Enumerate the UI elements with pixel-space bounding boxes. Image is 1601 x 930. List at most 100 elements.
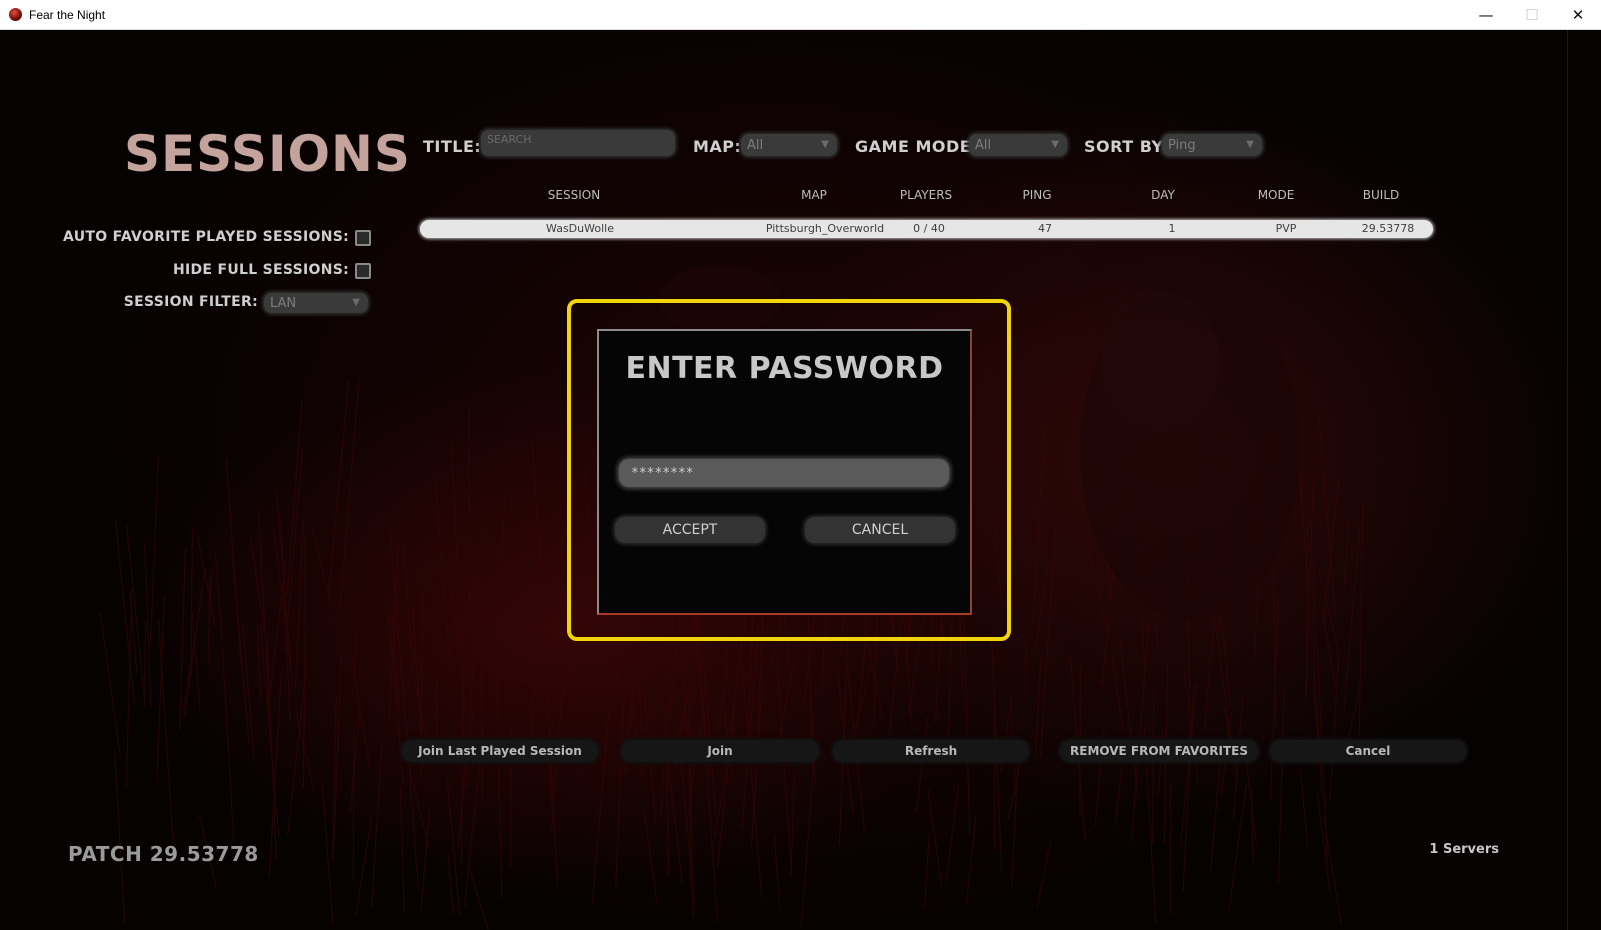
- grass-blade: [370, 742, 383, 909]
- app-icon: [9, 8, 22, 21]
- cell-mode: PVP: [1275, 222, 1297, 235]
- window-edge: [1567, 30, 1568, 930]
- grass-blade: [1183, 671, 1199, 784]
- game-mode-dropdown-value: All: [975, 137, 992, 153]
- session-filter-label: SESSION FILTER:: [123, 294, 258, 310]
- column-header-day[interactable]: DAY: [1151, 188, 1175, 202]
- column-header-session[interactable]: SESSION: [548, 188, 600, 202]
- grass-blade: [183, 587, 204, 710]
- grass-blade: [250, 538, 269, 655]
- map-dropdown-value: All: [747, 137, 764, 153]
- title-filter-label: TITLE:: [423, 136, 482, 156]
- grass-blade: [779, 651, 797, 734]
- grass-blade: [1182, 686, 1195, 893]
- minimize-button[interactable]: —: [1463, 0, 1509, 29]
- maximize-button[interactable]: ☐: [1509, 0, 1555, 29]
- grass-blade: [643, 812, 658, 904]
- join-button[interactable]: Join: [621, 740, 819, 762]
- grass-blade: [532, 528, 544, 600]
- grass-blade: [143, 619, 147, 706]
- grass-blade: [915, 717, 929, 813]
- grass-blade: [399, 787, 405, 912]
- cell-build: 29.53778: [1361, 222, 1415, 235]
- grass-blade: [1299, 769, 1309, 848]
- column-header-build[interactable]: BUILD: [1363, 188, 1399, 202]
- chevron-down-icon: ▼: [1246, 139, 1254, 150]
- grass-blade: [1039, 525, 1057, 758]
- auto-favorite-checkbox[interactable]: [355, 230, 371, 246]
- grass-blade: [591, 707, 610, 904]
- grass-blade: [1277, 687, 1285, 883]
- grass-blade: [800, 752, 816, 927]
- grass-blade: [1035, 560, 1050, 645]
- sort-by-dropdown[interactable]: Ping ▼: [1162, 134, 1262, 156]
- grass-blade: [741, 627, 760, 829]
- grass-blade: [157, 619, 175, 858]
- window-title: Fear the Night: [29, 7, 106, 22]
- grass-blade: [311, 527, 332, 603]
- grass-blade: [468, 866, 489, 930]
- remove-from-favorites-button[interactable]: REMOVE FROM FAVORITES: [1060, 740, 1258, 762]
- grass-blade: [965, 812, 977, 907]
- grass-blade: [773, 834, 781, 911]
- dialog-cancel-button[interactable]: CANCEL: [805, 517, 955, 543]
- grass-blade: [1034, 655, 1042, 758]
- grass-blade: [838, 622, 849, 846]
- grass-blade: [286, 399, 303, 595]
- grass-blade: [1203, 601, 1217, 731]
- grass-blade: [547, 694, 559, 890]
- column-header-map[interactable]: MAP: [801, 188, 827, 202]
- grass-blade: [1111, 654, 1124, 731]
- grass-blade: [302, 630, 306, 788]
- window-titlebar: Fear the Night — ☐ ✕: [0, 0, 1601, 30]
- grass-blade: [1358, 503, 1364, 736]
- join-last-played-button[interactable]: Join Last Played Session: [402, 740, 598, 762]
- grass-blade: [944, 784, 960, 886]
- password-dialog: ENTER PASSWORD ACCEPT CANCEL: [597, 329, 972, 615]
- grass-blade: [339, 377, 360, 608]
- window-controls: — ☐ ✕: [1463, 0, 1601, 29]
- grass-blade: [225, 458, 242, 663]
- game-mode-dropdown[interactable]: All ▼: [969, 134, 1067, 156]
- grass-blade: [280, 517, 291, 721]
- patch-version: PATCH 29.53778: [68, 842, 259, 866]
- grass-blade: [354, 815, 373, 918]
- map-filter: MAP:: [693, 133, 741, 159]
- grass-blade: [472, 550, 487, 633]
- grass-blade: [259, 624, 280, 838]
- grass-blade: [352, 725, 355, 881]
- grass-blade: [321, 784, 334, 926]
- grass-blade: [923, 833, 931, 910]
- grass-blade: [99, 613, 121, 756]
- session-filter-value: LAN: [270, 295, 297, 311]
- map-dropdown[interactable]: All ▼: [741, 134, 837, 156]
- chevron-down-icon: ▼: [1051, 139, 1059, 150]
- grass-blade: [451, 439, 462, 652]
- hide-full-checkbox[interactable]: [355, 263, 371, 279]
- accept-button[interactable]: ACCEPT: [615, 517, 765, 543]
- grass-blade: [214, 552, 223, 639]
- grass-blade: [349, 711, 361, 814]
- title-search-input[interactable]: SEARCH: [481, 130, 675, 156]
- grass-blade: [434, 476, 451, 671]
- cancel-button[interactable]: Cancel: [1270, 740, 1466, 762]
- column-header-mode[interactable]: MODE: [1258, 188, 1295, 202]
- password-input[interactable]: [619, 459, 949, 487]
- grass-blade: [196, 534, 216, 628]
- column-header-ping[interactable]: PING: [1022, 188, 1051, 202]
- session-filter-dropdown[interactable]: LAN ▼: [264, 293, 368, 313]
- close-button[interactable]: ✕: [1555, 0, 1601, 29]
- cell-day: 1: [1168, 222, 1176, 235]
- grass-blade: [1345, 683, 1362, 748]
- game-viewport: SESSIONS TITLE: SEARCH MAP: All ▼ GAME M…: [0, 30, 1601, 930]
- table-row[interactable]: WasDuWolle Pittsburgh_Overworld 0 / 40 4…: [420, 220, 1433, 238]
- grass-blade: [615, 696, 625, 888]
- grass-blade: [1152, 687, 1155, 843]
- grass-blade: [447, 853, 454, 916]
- grass-blade: [1245, 760, 1258, 847]
- column-header-players[interactable]: PLAYERS: [900, 188, 952, 202]
- auto-favorite-label: AUTO FAVORITE PLAYED SESSIONS:: [63, 229, 349, 245]
- dialog-title: ENTER PASSWORD: [625, 351, 944, 386]
- chevron-down-icon: ▼: [352, 297, 360, 308]
- refresh-button[interactable]: Refresh: [833, 740, 1029, 762]
